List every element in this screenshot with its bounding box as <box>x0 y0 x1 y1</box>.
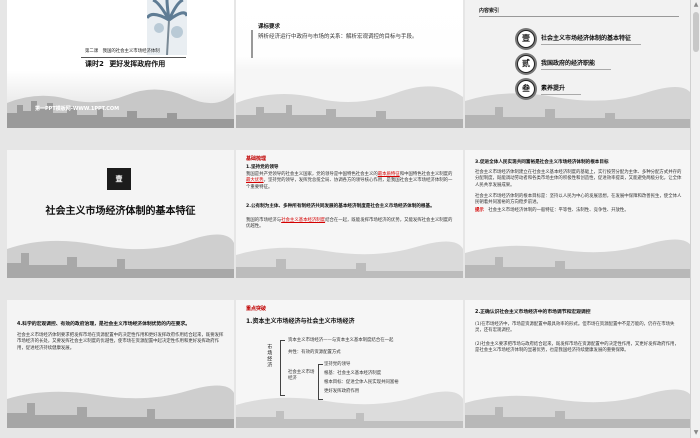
slide-3-item-3-label[interactable]: 素养提升 <box>541 85 565 93</box>
slide-3-item-2-badge: 贰 <box>517 55 535 73</box>
slide-6-canvas: 3.促进全体人民实现共同富裕是社会主义市场经济体制的根本目标 社会主义市场经济体… <box>465 150 692 278</box>
slide-1-lesson-label: 第二课 我国的社会主义市场经济体制 <box>85 49 160 54</box>
slide-5-paragraph-2: 我国的市场经济与社会主义基本经济制度结合在一起，既能发挥市场经济的优势，又能发挥… <box>246 218 454 231</box>
slide-6-note-label: 提示 <box>475 208 484 213</box>
slide-8-leaf-1: 坚持党的领导 <box>324 362 351 367</box>
slide-5-p1a-highlight: 最本质特征 <box>377 172 400 177</box>
slide-6-note-text: 社会主义市场经济体制的一般特征：平等性、法制性、竞争性、开放性。 <box>488 208 629 213</box>
slide-4-badge: 壹 <box>107 168 131 190</box>
slide-5-paragraph-1: 我国是共产党领导的社会主义国家，党的领导是中国特色社会主义的最本质特征和中国特色… <box>246 172 454 191</box>
slide-1-title-prefix: 课时2 <box>85 60 104 68</box>
slide-thumbnail-1[interactable]: 第二课 我国的社会主义市场经济体制 课时2 更好发挥政府作用 第一PPT模板网-… <box>7 0 234 128</box>
slide-5-p1b-highlight: 最大优势 <box>246 178 264 184</box>
slide-3-item-3-badge: 叁 <box>517 80 535 98</box>
slide-4-city-skyline <box>7 234 234 278</box>
slide-3-header: 内容索引 <box>479 8 500 14</box>
slide-thumbnail-6[interactable]: 3.促进全体人民实现共同富裕是社会主义市场经济体制的根本目标 社会主义市场经济体… <box>465 150 692 278</box>
slide-1-site-label: 第一PPT模板网-WWW.1PPT.COM <box>35 106 120 112</box>
slide-thumbnail-4[interactable]: 壹 社会主义市场经济体制的基本特征 4 <box>7 150 234 278</box>
slide-5-header: 基础梳理 <box>246 156 267 162</box>
slide-8-header: 重点突破 <box>246 306 267 312</box>
slide-8-branch-3: 社会主义市场经济 <box>288 370 315 382</box>
slide-thumbnail-5[interactable]: 基础梳理 1.坚持党的领导 我国是共产党领导的社会主义国家，党的领导是中国特色社… <box>236 150 463 278</box>
scroll-down-arrow-icon[interactable]: ▼ <box>691 428 700 438</box>
slide-8-root: 市场经济 <box>266 344 273 368</box>
slide-thumbnail-3[interactable]: 内容索引 壹 社会主义市场经济体制的基本特征 贰 我国政府的经济职能 叁 素养提… <box>465 0 692 128</box>
slide-2-body: 辨析经济运行中政府与市场的关系：解析宏观调控的目标与手段。 <box>258 34 418 40</box>
slide-9-paragraph-2: (2)社会主义要求把市场与政府结合起来，既发挥市场在资源配置中的决定性作用，又更… <box>475 342 679 354</box>
slide-7-point-4: 4.科学的宏观调控、有效的政府治理，是社会主义市场经济体制优势的内在要求。 <box>17 322 191 327</box>
slide-6-paragraph: 社会主义市场经济体制建立在社会主义基本经济制度的基础上，实行按劳分配为主体、多种… <box>475 170 682 188</box>
slide-4-canvas: 壹 社会主义市场经济体制的基本特征 <box>7 150 234 278</box>
slide-6-paragraph-2: 社会主义市场经济体制的根本目标是：坚持以人民为中心的发展思想，在发展中保障和改善… <box>475 194 682 206</box>
slide-8-leaf-3: 根本目标：促进全体人民实现共同富裕 <box>324 380 399 385</box>
slide-3-city-skyline <box>465 86 692 128</box>
slide-5-p2a-highlight: 社会主义基本经济制度 <box>281 218 326 223</box>
slide-5-point-2: 2.公有制为主体、多种所有制经济共同发展的基本经济制度是社会主义市场经济体制的根… <box>246 204 435 209</box>
slide-3-item-1-label[interactable]: 社会主义市场经济体制的基本特征 <box>541 35 631 43</box>
slide-8-leaf-2: 根基：社会主义基本经济制度 <box>324 371 382 376</box>
slide-9-city-skyline <box>465 389 692 428</box>
slide-3-item-3-line <box>541 94 581 95</box>
slide-1-palm-tree-image <box>147 0 187 55</box>
slide-9-title: 2.正确认识社会主义市场经济中的市场调节和宏观调控 <box>475 310 591 315</box>
slide-6-point-3: 3.促进全体人民实现共同富裕是社会主义市场经济体制的根本目标 <box>475 160 609 165</box>
slide-5-point-1: 1.坚持党的领导 <box>246 165 279 170</box>
slide-sorter-grid: 第二课 我国的社会主义市场经济体制 课时2 更好发挥政府作用 第一PPT模板网-… <box>0 0 700 438</box>
slide-2-canvas: 课标要求 辨析经济运行中政府与市场的关系：解析宏观调控的目标与手段。 <box>236 0 463 128</box>
slide-8-canvas: 重点突破 1.资本主义市场经济与社会主义市场经济 市场经济 资本主义市场经济——… <box>236 300 463 428</box>
slide-1-title: 课时2 更好发挥政府作用 <box>85 60 165 69</box>
slide-8-branch-2: 共性：有效的资源配置方式 <box>288 350 341 355</box>
slide-thumbnail-9[interactable]: 2.正确认识社会主义市场经济中的市场调节和宏观调控 (1)在市场经济中，市场是资… <box>465 300 692 428</box>
slide-3-header-line <box>479 16 679 17</box>
slide-7-canvas: 4.科学的宏观调控、有效的政府治理，是社会主义市场经济体制优势的内在要求。 社会… <box>7 300 234 428</box>
slide-8-branch-3-brace <box>318 364 323 400</box>
slide-6-note: 提示 社会主义市场经济体制的一般特征：平等性、法制性、竞争性、开放性。 <box>475 208 683 214</box>
slide-3-item-1-badge: 壹 <box>517 30 535 48</box>
slide-8-root-brace <box>280 340 285 396</box>
slide-3-item-2-line <box>541 69 611 70</box>
slide-8-branch-1: 资本主义市场经济——与资本主义基本制度结合在一起 <box>288 338 394 343</box>
slide-9-canvas: 2.正确认识社会主义市场经济中的市场调节和宏观调控 (1)在市场经济中，市场是资… <box>465 300 692 428</box>
slide-2-heading: 课标要求 <box>258 24 281 30</box>
slide-7-city-skyline <box>7 385 234 428</box>
slide-5-city-skyline <box>236 241 463 278</box>
slide-thumbnail-7[interactable]: 4.科学的宏观调控、有效的政府治理，是社会主义市场经济体制优势的内在要求。 社会… <box>7 300 234 428</box>
slide-4-title: 社会主义市场经济体制的基本特征 <box>45 206 196 217</box>
slide-5-p2a: 我国的市场经济与 <box>246 218 282 223</box>
slide-5-p1c: 。坚持党的领导，发挥党总揽全局、协调各方的领导核心作用，是我国社会主义市场经济体… <box>246 178 453 190</box>
slide-2-accent-bar <box>251 30 253 58</box>
vertical-scrollbar[interactable]: ▲ ▼ <box>690 0 700 438</box>
slide-5-p1b: 和中国特色社会主义制度的 <box>399 172 453 177</box>
slide-1-city-skyline <box>7 89 234 128</box>
slide-3-item-1-line <box>541 44 641 45</box>
slide-6-city-skyline <box>465 239 692 278</box>
slide-1-canvas: 第二课 我国的社会主义市场经济体制 课时2 更好发挥政府作用 第一PPT模板网-… <box>7 0 234 128</box>
slide-5-canvas: 基础梳理 1.坚持党的领导 我国是共产党领导的社会主义国家，党的领导是中国特色社… <box>236 150 463 278</box>
slide-9-paragraph-1: (1)在市场经济中，市场是资源配置中最具效率的形式。但市场在资源配置中不是万能的… <box>475 322 675 334</box>
slide-thumbnail-2[interactable]: 课标要求 辨析经济运行中政府与市场的关系：解析宏观调控的目标与手段。 2 <box>236 0 463 128</box>
slide-8-title: 1.资本主义市场经济与社会主义市场经济 <box>246 318 355 325</box>
slide-8-leaf-4: 更好发挥政府作用 <box>324 389 360 394</box>
slide-2-city-skyline <box>236 86 463 128</box>
slide-7-paragraph: 社会主义市场经济体制要求把发挥市场在资源配置中的决定性作用和更好发挥政府作用结合… <box>17 333 224 351</box>
scroll-up-arrow-icon[interactable]: ▲ <box>691 0 700 10</box>
slide-5-p1a: 我国是共产党领导的社会主义国家，党的领导是中国特色社会主义的 <box>246 172 378 177</box>
slide-3-canvas: 内容索引 壹 社会主义市场经济体制的基本特征 贰 我国政府的经济职能 叁 素养提… <box>465 0 692 128</box>
slide-1-title-text: 更好发挥政府作用 <box>109 60 166 68</box>
slide-thumbnail-8[interactable]: 重点突破 1.资本主义市场经济与社会主义市场经济 市场经济 资本主义市场经济——… <box>236 300 463 428</box>
slide-3-item-2-label[interactable]: 我国政府的经济职能 <box>541 60 595 68</box>
slide-1-divider <box>81 57 186 58</box>
scrollbar-thumb[interactable] <box>693 12 699 52</box>
